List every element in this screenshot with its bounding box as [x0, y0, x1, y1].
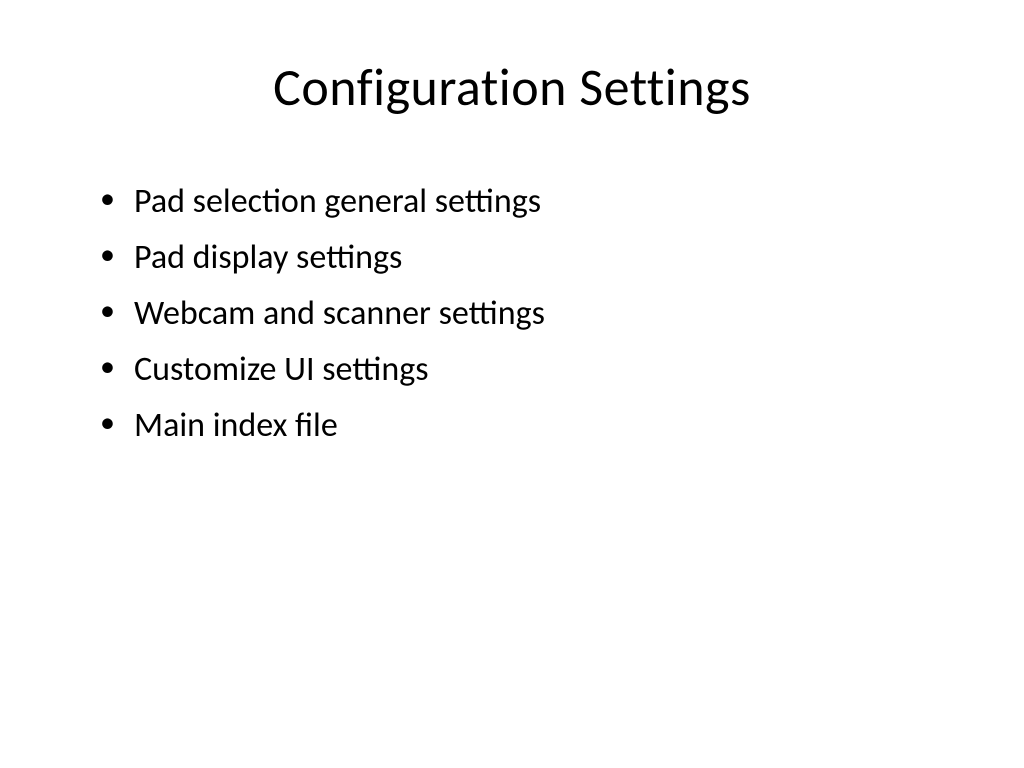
list-item: Customize UI settings: [100, 342, 954, 398]
list-item: Webcam and scanner settings: [100, 286, 954, 342]
list-item: Pad selection general settings: [100, 174, 954, 230]
list-item: Main index file: [100, 398, 954, 454]
bullet-list: Pad selection general settings Pad displ…: [70, 174, 954, 454]
list-item: Pad display settings: [100, 230, 954, 286]
slide-title: Configuration Settings: [70, 55, 954, 119]
slide-container: Configuration Settings Pad selection gen…: [0, 0, 1024, 768]
